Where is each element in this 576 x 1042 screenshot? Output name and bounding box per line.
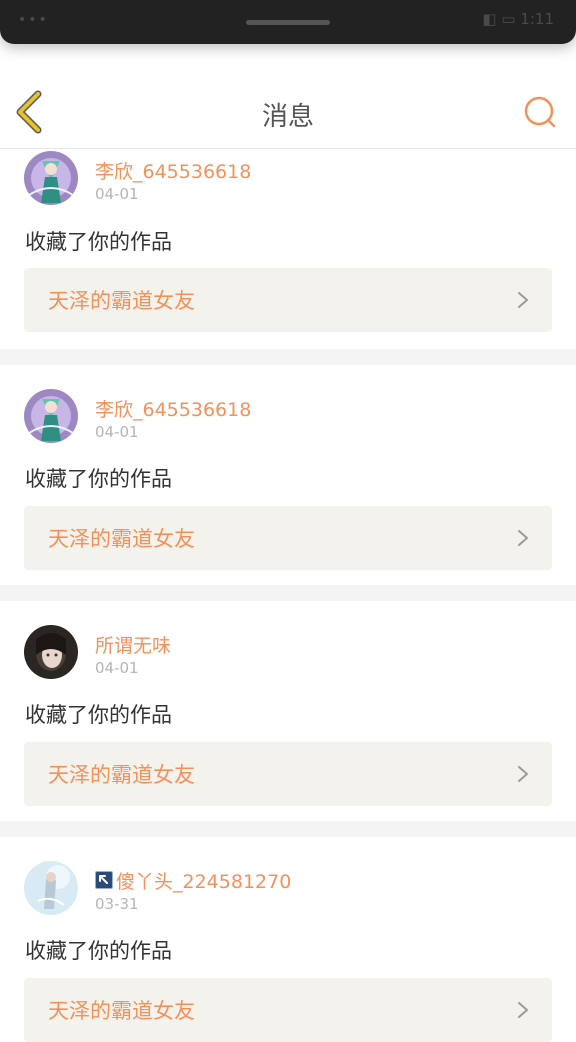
post-date: 04-01 [95, 185, 139, 203]
status-right-text: ◧ ▭ 1:11 [482, 10, 554, 28]
work-title: 天泽的霸道女友 [48, 763, 195, 787]
action-text: 收藏了你的作品 [25, 230, 172, 254]
action-text: 收藏了你的作品 [25, 467, 172, 491]
chevron-right-icon [518, 530, 528, 546]
post-date: 04-01 [95, 659, 139, 677]
message-list[interactable]: 李欣_645536618 04-01 收藏了你的作品 天泽的霸道女友 李欣_64… [0, 149, 576, 1042]
anime-character-image [24, 389, 78, 443]
search-icon [524, 96, 556, 128]
light-photo-image [24, 861, 78, 915]
arrow-badge-icon [95, 871, 113, 889]
user-name[interactable]: 李欣_645536618 [95, 395, 251, 422]
action-text: 收藏了你的作品 [25, 703, 172, 727]
avatar[interactable] [24, 625, 78, 679]
notch-indicator [246, 20, 330, 25]
avatar[interactable] [24, 151, 78, 205]
chevron-right-icon [518, 292, 528, 308]
message-card: 李欣_645536618 04-01 收藏了你的作品 天泽的霸道女友 [0, 365, 576, 601]
page-title: 消息 [261, 102, 314, 132]
post-date: 04-01 [95, 423, 139, 441]
search-button[interactable] [520, 92, 560, 132]
work-title: 天泽的霸道女友 [48, 289, 195, 313]
message-card: 李欣_645536618 04-01 收藏了你的作品 天泽的霸道女友 [0, 149, 576, 365]
user-name[interactable]: 所谓无味 [95, 631, 171, 658]
app-header: 消息 [0, 78, 576, 149]
work-title: 天泽的霸道女友 [48, 527, 195, 551]
anime-character-image [24, 151, 78, 205]
status-left-text: ••• [18, 12, 49, 28]
girl-photo-image [24, 625, 78, 679]
user-name[interactable]: 李欣_645536618 [95, 157, 251, 184]
message-card: 所谓无味 04-01 收藏了你的作品 天泽的霸道女友 [0, 601, 576, 837]
chevron-right-icon [518, 766, 528, 782]
message-card: 傻丫头_224581270 03-31 收藏了你的作品 天泽的霸道女友 [0, 837, 576, 1042]
action-text: 收藏了你的作品 [25, 939, 172, 963]
chevron-right-icon [518, 1002, 528, 1018]
avatar[interactable] [24, 389, 78, 443]
work-link[interactable]: 天泽的霸道女友 [24, 742, 552, 806]
work-link[interactable]: 天泽的霸道女友 [24, 978, 552, 1042]
avatar[interactable] [24, 861, 78, 915]
work-title: 天泽的霸道女友 [48, 999, 195, 1023]
user-name[interactable]: 傻丫头_224581270 [95, 867, 291, 894]
post-date: 03-31 [95, 895, 139, 913]
status-bar: ••• ◧ ▭ 1:11 [0, 0, 576, 44]
work-link[interactable]: 天泽的霸道女友 [24, 506, 552, 570]
user-name-text: 傻丫头_224581270 [116, 871, 292, 893]
work-link[interactable]: 天泽的霸道女友 [24, 268, 552, 332]
